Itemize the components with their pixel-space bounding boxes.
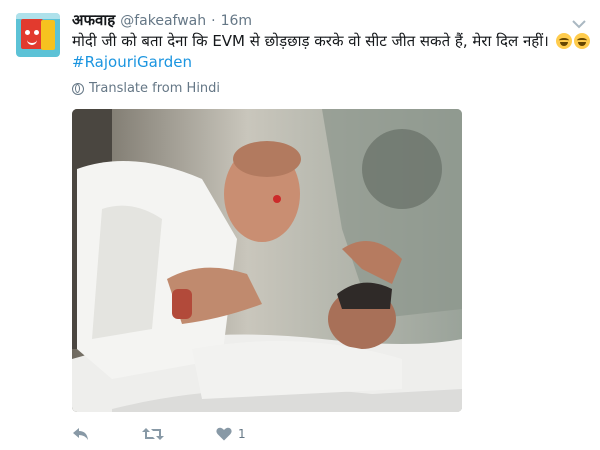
retweet-icon <box>142 428 164 440</box>
hashtag-link[interactable]: #RajouriGarden <box>72 52 192 73</box>
tweet-header: अफवाह @fakeafwah · 16m <box>72 10 252 30</box>
like-count: 1 <box>238 427 246 441</box>
timestamp[interactable]: 16m <box>221 13 252 29</box>
like-button[interactable]: 1 <box>216 427 246 441</box>
photo-image <box>72 109 462 412</box>
reply-icon <box>73 428 88 440</box>
tweet-photo[interactable] <box>72 109 462 412</box>
globe-icon <box>72 82 84 95</box>
separator-dot: · <box>211 13 216 29</box>
translate-label: Translate from Hindi <box>89 81 221 96</box>
face-with-tears-of-joy-icon <box>573 33 590 49</box>
avatar[interactable] <box>16 13 60 57</box>
reply-button[interactable] <box>72 427 90 441</box>
tweet: अफवाह @fakeafwah · 16m मोदी जी को बता दे… <box>0 0 600 450</box>
heart-icon <box>216 427 232 441</box>
translate-button[interactable]: Translate from Hindi <box>72 81 220 96</box>
tweet-text: मोदी जी को बता देना कि EVM से छोड़छाड़ क… <box>72 31 590 52</box>
user-handle[interactable]: @fakeafwah <box>120 13 206 29</box>
tweet-text-body: मोदी जी को बता देना कि EVM से छोड़छाड़ क… <box>72 32 549 50</box>
face-with-tears-of-joy-icon <box>555 33 572 49</box>
chevron-down-icon[interactable] <box>572 14 586 29</box>
display-name[interactable]: अफवाह <box>72 10 115 30</box>
tweet-actions: 1 <box>72 426 298 442</box>
retweet-button[interactable] <box>142 427 164 441</box>
